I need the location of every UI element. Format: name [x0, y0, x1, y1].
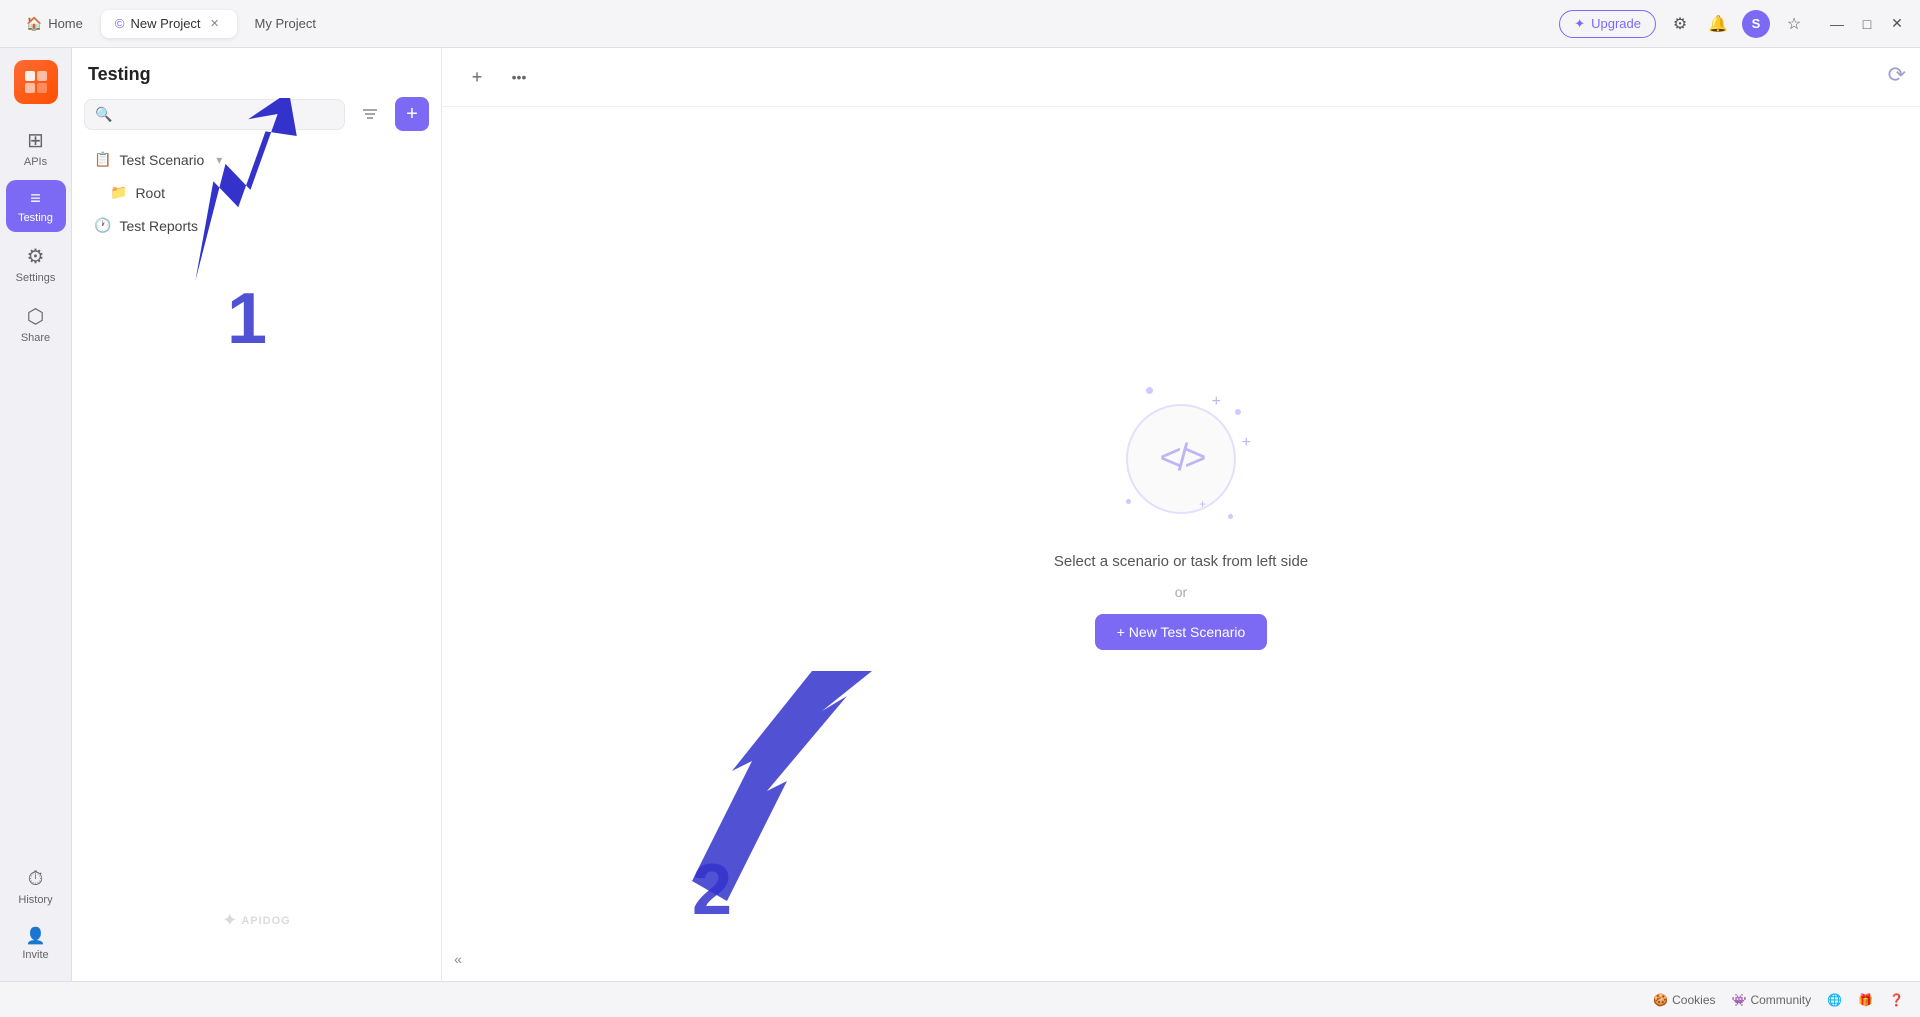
annotation-arrow-2	[642, 641, 1142, 921]
empty-state-or: or	[1175, 584, 1187, 600]
search-icon: 🔍	[95, 106, 112, 123]
sidebar-nav-test-reports[interactable]: 🕐 Test Reports	[78, 209, 435, 242]
gift-icon: 🎁	[1858, 993, 1873, 1007]
empty-state-text: Select a scenario or task from left side	[1054, 553, 1308, 570]
notifications-icon[interactable]: 🔔	[1704, 10, 1732, 38]
settings-label: Settings	[16, 272, 56, 284]
help-link[interactable]: ❓	[1889, 993, 1904, 1007]
apis-label: APIs	[24, 156, 47, 168]
community-icon: 👾	[1732, 993, 1747, 1007]
refresh-icon[interactable]: ⟳	[1888, 62, 1906, 88]
history-label: History	[18, 894, 52, 906]
tab-bar: 🏠 Home © New Project ✕ My Project	[12, 10, 1559, 38]
upgrade-button[interactable]: ✦ Upgrade	[1559, 10, 1656, 38]
close-button[interactable]: ✕	[1886, 13, 1908, 35]
tab-close-icon[interactable]: ✕	[207, 16, 223, 32]
cookies-label: Cookies	[1672, 993, 1715, 1007]
test-reports-label: Test Reports	[119, 218, 198, 234]
tab-new-project[interactable]: © New Project ✕	[101, 10, 237, 38]
sidebar-toolbar: 🔍 +	[72, 97, 441, 143]
settings-icon[interactable]: ⚙	[1666, 10, 1694, 38]
sidebar: Testing 🔍 + 📋 Test Scenario ▾ 📁	[72, 48, 442, 981]
sidebar-item-share[interactable]: ⬡ Share	[6, 296, 66, 352]
sidebar-item-apis[interactable]: ⊞ APIs	[6, 120, 66, 176]
globe-link[interactable]: 🌐	[1827, 993, 1842, 1007]
titlebar-right: ✦ Upgrade ⚙ 🔔 S ☆ — □ ✕	[1559, 10, 1908, 38]
invite-icon: 👤	[26, 926, 46, 946]
left-nav: ⊞ APIs ≡ Testing ⚙ Settings ⬡ Share ⏱ Hi…	[0, 48, 72, 981]
sidebar-nav-test-scenario[interactable]: 📋 Test Scenario ▾	[78, 143, 435, 176]
help-icon: ❓	[1889, 993, 1904, 1007]
bookmark-icon[interactable]: ☆	[1780, 10, 1808, 38]
annotation-2: 2	[692, 849, 732, 931]
app-logo[interactable]	[14, 60, 58, 104]
empty-state: </> + + + Select a scenario or task from…	[442, 107, 1920, 981]
test-scenario-label: Test Scenario	[119, 152, 204, 168]
cookies-icon: 🍪	[1653, 993, 1668, 1007]
annotation-1: 1	[227, 278, 267, 360]
sidebar-item-history[interactable]: ⏱ History	[6, 860, 66, 914]
home-icon: 🏠	[26, 16, 42, 32]
sidebar-collapse-button[interactable]: «	[444, 945, 472, 973]
minimize-button[interactable]: —	[1826, 13, 1848, 35]
invite-label: Invite	[22, 949, 48, 961]
titlebar: 🏠 Home © New Project ✕ My Project ✦ Upgr…	[0, 0, 1920, 48]
tab-home[interactable]: 🏠 Home	[12, 10, 97, 38]
test-reports-icon: 🕐	[94, 217, 111, 234]
filter-button[interactable]	[353, 97, 387, 131]
cookies-link[interactable]: 🍪 Cookies	[1653, 993, 1715, 1007]
upgrade-label: Upgrade	[1591, 16, 1641, 31]
tab-new-project-label: New Project	[130, 16, 200, 31]
sidebar-item-invite[interactable]: 👤 Invite	[6, 918, 66, 969]
tab-my-project[interactable]: My Project	[241, 10, 330, 37]
nav-bottom: ⏱ History 👤 Invite	[6, 860, 66, 969]
apidog-logo: ✦	[222, 910, 237, 931]
search-input[interactable]	[118, 107, 334, 122]
sidebar-nav-root[interactable]: 📁 Root	[78, 176, 435, 209]
share-icon: ⬡	[27, 304, 44, 329]
test-scenario-icon: 📋	[94, 151, 111, 168]
root-label: Root	[135, 185, 165, 201]
sidebar-item-settings[interactable]: ⚙ Settings	[6, 236, 66, 292]
apidog-label: APIDOG	[241, 915, 290, 927]
window-controls: — □ ✕	[1826, 13, 1908, 35]
root-folder-icon: 📁	[110, 184, 127, 201]
bottom-bar: 🍪 Cookies 👾 Community 🌐 🎁 ❓	[0, 981, 1920, 1017]
search-box[interactable]: 🔍	[84, 99, 345, 130]
content-area: ⟳ + ••• </> + + +	[442, 48, 1920, 981]
community-label: Community	[1750, 993, 1811, 1007]
maximize-button[interactable]: □	[1856, 13, 1878, 35]
new-scenario-label: + New Test Scenario	[1117, 624, 1246, 640]
testing-label: Testing	[18, 212, 53, 224]
new-test-scenario-button[interactable]: + New Test Scenario	[1095, 614, 1268, 650]
settings-nav-icon: ⚙	[27, 244, 45, 269]
sidebar-item-testing[interactable]: ≡ Testing	[6, 180, 66, 232]
upgrade-icon: ✦	[1574, 16, 1585, 32]
tab-home-label: Home	[48, 16, 83, 31]
empty-state-icon-circle: </>	[1126, 404, 1236, 514]
new-project-icon: ©	[115, 16, 125, 31]
chevron-down-icon: ▾	[216, 153, 222, 167]
avatar[interactable]: S	[1742, 10, 1770, 38]
more-options-icon[interactable]: •••	[504, 62, 534, 92]
add-button[interactable]: +	[395, 97, 429, 131]
main-layout: ⊞ APIs ≡ Testing ⚙ Settings ⬡ Share ⏱ Hi…	[0, 48, 1920, 981]
code-brackets-icon: </>	[1160, 437, 1203, 480]
community-link[interactable]: 👾 Community	[1732, 993, 1812, 1007]
gift-link[interactable]: 🎁	[1858, 993, 1873, 1007]
content-header: + •••	[442, 48, 1920, 107]
apis-icon: ⊞	[27, 128, 44, 153]
tab-my-project-label: My Project	[255, 16, 316, 31]
testing-icon: ≡	[30, 188, 41, 209]
globe-icon: 🌐	[1827, 993, 1842, 1007]
bottom-right: 🍪 Cookies 👾 Community 🌐 🎁 ❓	[1653, 993, 1904, 1007]
history-icon: ⏱	[28, 868, 44, 891]
sidebar-title: Testing	[72, 64, 441, 97]
share-label: Share	[21, 332, 50, 344]
add-content-icon[interactable]: +	[462, 62, 492, 92]
